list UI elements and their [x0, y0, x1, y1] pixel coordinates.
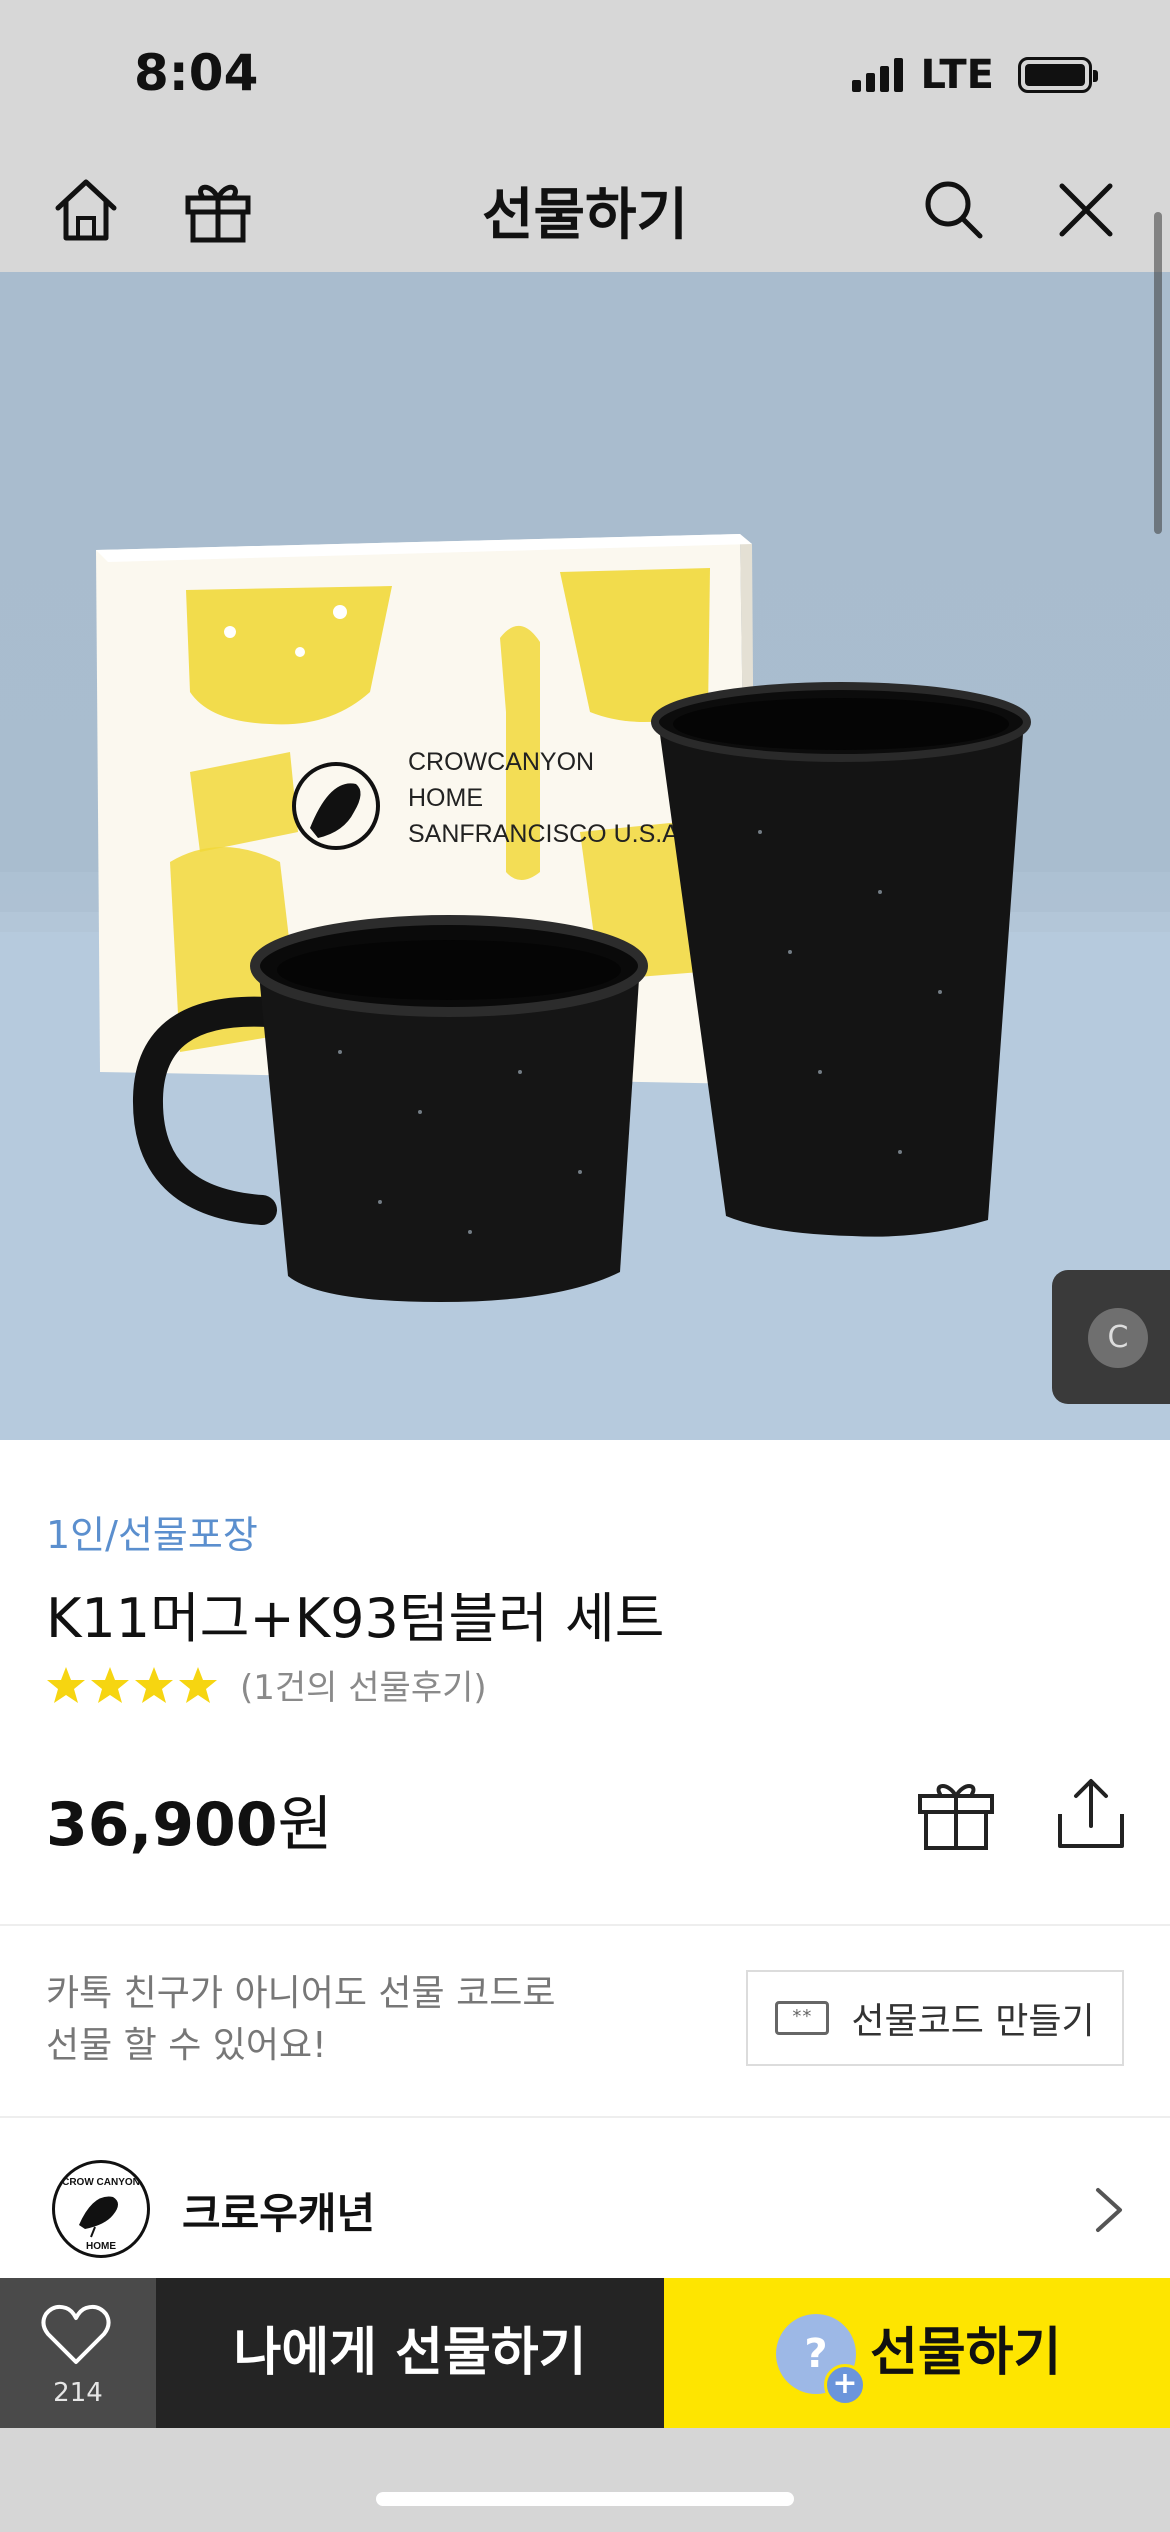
side-floating-tab[interactable]: C [1052, 1270, 1170, 1404]
send-gift-button[interactable]: ? + 선물하기 [664, 2278, 1170, 2428]
battery-icon [1018, 57, 1098, 93]
search-icon[interactable] [916, 172, 992, 248]
brand-row[interactable]: CROW CANYON HOME 크로우캐년 [0, 2156, 1170, 2268]
signal-icon [851, 58, 903, 92]
box-print-line-3: SANFRANCISCO U.S.A [408, 820, 679, 848]
brand-logo: CROW CANYON HOME [52, 2160, 150, 2258]
product-title: K11머그+K93텀블러 세트 [46, 1587, 665, 1650]
rating-row[interactable]: (1건의 선물후기) [46, 1660, 487, 1709]
bottom-action-bar: 214 나에게 선물하기 ? + 선물하기 [0, 2278, 1170, 2428]
chevron-right-icon [1096, 2188, 1122, 2232]
like-count: 214 [53, 2378, 103, 2408]
star-icon [47, 1666, 85, 1703]
share-icon[interactable] [1054, 1776, 1128, 1852]
status-indicators: LTE [851, 52, 1098, 98]
product-category[interactable]: 1인/선물포장 [46, 1504, 258, 1559]
page-title: 선물하기 [481, 183, 689, 248]
product-image: CROWCANYON HOME SANFRANCISCO U.S.A [0, 534, 1170, 1440]
home-indicator-area [0, 2428, 1170, 2532]
side-tab-label: C [1088, 1308, 1148, 1368]
gift-code-description: 카톡 친구가 아니어도 선물 코드로 선물 할 수 있어요! [46, 1968, 555, 2072]
ticket-icon: ** [775, 2001, 830, 2035]
box-print-line-2: HOME [408, 784, 483, 812]
send-gift-label: 선물하기 [870, 2323, 1062, 2383]
plus-icon: + [824, 2364, 866, 2406]
close-icon[interactable] [1048, 172, 1124, 248]
gift-to-me-button[interactable]: 나에게 선물하기 [156, 2278, 664, 2428]
create-gift-code-button[interactable]: ** 선물코드 만들기 [746, 1970, 1124, 2066]
product-image-carousel[interactable]: CROWCANYON HOME SANFRANCISCO U.S.A C [0, 272, 1170, 1440]
network-label: LTE [920, 52, 994, 98]
top-bar: 8:04 LTE 선물하기 [0, 0, 1170, 272]
like-button[interactable]: 214 [0, 2278, 156, 2428]
brand-name: 크로우캐년 [182, 2189, 376, 2238]
status-time: 8:04 [134, 44, 259, 102]
brand-logo-text-bottom: HOME [86, 2241, 116, 2252]
review-count[interactable]: (1건의 선물후기) [240, 1660, 487, 1709]
gift-box-icon[interactable] [916, 1778, 996, 1852]
price-unit: 원 [277, 1790, 333, 1860]
create-gift-code-label: 선물코드 만들기 [851, 2001, 1095, 2042]
product-price: 36,900원 [46, 1776, 333, 1863]
gift-code-text-line-2: 선물 할 수 있어요! [46, 2025, 327, 2066]
star-icon [135, 1666, 173, 1703]
scrollbar[interactable] [1154, 212, 1162, 534]
divider [0, 2116, 1170, 2118]
home-indicator[interactable] [376, 2492, 794, 2506]
box-print-line-1: CROWCANYON [408, 748, 594, 776]
price-value: 36,900 [46, 1790, 278, 1860]
brand-logo-text-top: CROW CANYON [62, 2177, 140, 2188]
divider [0, 1924, 1170, 1926]
star-icon [91, 1666, 129, 1703]
heart-icon [41, 2304, 111, 2364]
gift-code-text-line-1: 카톡 친구가 아니어도 선물 코드로 [46, 1973, 556, 2014]
star-icon [179, 1666, 217, 1703]
